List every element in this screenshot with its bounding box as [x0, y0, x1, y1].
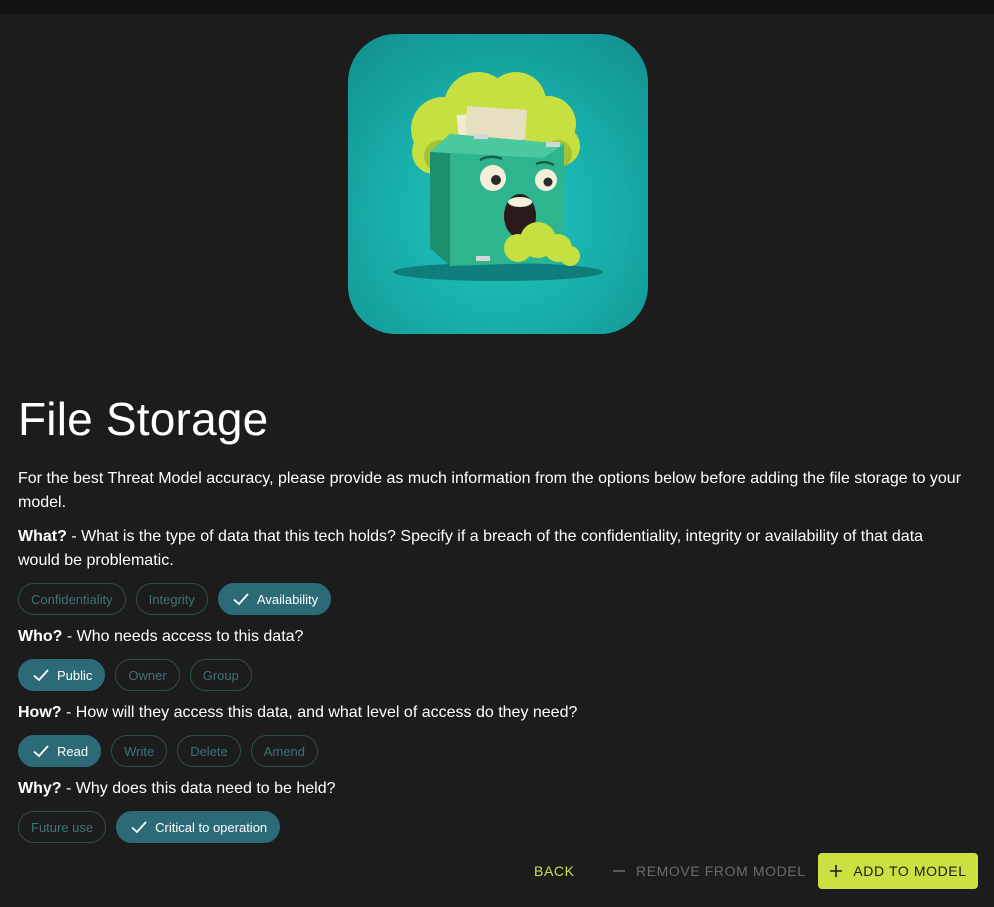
check-icon: [131, 821, 147, 834]
chip-label: Confidentiality: [31, 591, 113, 607]
question-label: How?: [18, 704, 62, 721]
check-icon: [233, 593, 249, 606]
page-title: File Storage: [18, 393, 269, 445]
chip-owner[interactable]: Owner: [115, 659, 180, 691]
chip-confidentiality[interactable]: Confidentiality: [18, 583, 126, 615]
question-label: What?: [18, 528, 67, 545]
top-bar: [0, 0, 994, 14]
question-how: How? - How will they access this data, a…: [18, 701, 968, 725]
chips-why: Future use Critical to operation: [18, 811, 281, 843]
plus-icon: [830, 865, 843, 877]
minus-icon: [613, 870, 625, 872]
file-cabinet-cloud-icon: [393, 72, 603, 281]
question-what: What? - What is the type of data that th…: [18, 525, 968, 573]
question-label: Why?: [18, 780, 62, 797]
remove-from-model-button[interactable]: REMOVE FROM MODEL: [612, 853, 806, 889]
chip-label: Read: [57, 743, 89, 759]
chip-public[interactable]: Public: [18, 659, 106, 691]
back-button[interactable]: BACK: [534, 853, 575, 889]
chip-label: Integrity: [148, 591, 195, 607]
chips-how: Read Write Delete Amend: [18, 735, 318, 767]
intro-text: For the best Threat Model accuracy, plea…: [18, 470, 962, 511]
chip-availability[interactable]: Availability: [217, 583, 332, 615]
chips-who: Public Owner Group: [18, 659, 252, 691]
chip-label: Availability: [256, 591, 319, 607]
add-label: ADD TO MODEL: [853, 863, 967, 879]
remove-label: REMOVE FROM MODEL: [636, 863, 806, 879]
question-text: - What is the type of data that this tec…: [18, 528, 924, 569]
question-who: Who? - Who needs access to this data?: [18, 625, 968, 649]
chip-label: Critical to operation: [155, 819, 268, 835]
chip-label: Future use: [31, 819, 94, 835]
chip-write[interactable]: Write: [111, 735, 168, 767]
file-storage-illustration: [348, 34, 648, 334]
action-bar: BACK REMOVE FROM MODEL ADD TO MODEL: [0, 853, 994, 889]
chip-label: Amend: [263, 743, 305, 759]
chip-label: Public: [57, 667, 93, 683]
chip-label: Write: [124, 743, 155, 759]
question-why: Why? - Why does this data need to be hel…: [18, 777, 968, 801]
question-text: - How will they access this data, and wh…: [61, 704, 578, 721]
question-label: Who?: [18, 628, 63, 645]
question-text: - Who needs access to this data?: [62, 628, 304, 645]
chip-critical-to-operation[interactable]: Critical to operation: [116, 811, 281, 843]
chip-future-use[interactable]: Future use: [18, 811, 107, 843]
add-to-model-button[interactable]: ADD TO MODEL: [818, 853, 978, 889]
check-icon: [33, 745, 49, 758]
chip-label: Owner: [128, 667, 167, 683]
chip-read[interactable]: Read: [18, 735, 102, 767]
chip-delete[interactable]: Delete: [177, 735, 241, 767]
chips-what: Confidentiality Integrity Availability: [18, 583, 332, 615]
question-text: - Why does this data need to be held?: [61, 780, 336, 797]
chip-group[interactable]: Group: [189, 659, 252, 691]
chip-integrity[interactable]: Integrity: [135, 583, 208, 615]
chip-label: Group: [202, 667, 239, 683]
chip-label: Delete: [190, 743, 228, 759]
check-icon: [33, 669, 49, 682]
chip-amend[interactable]: Amend: [250, 735, 318, 767]
